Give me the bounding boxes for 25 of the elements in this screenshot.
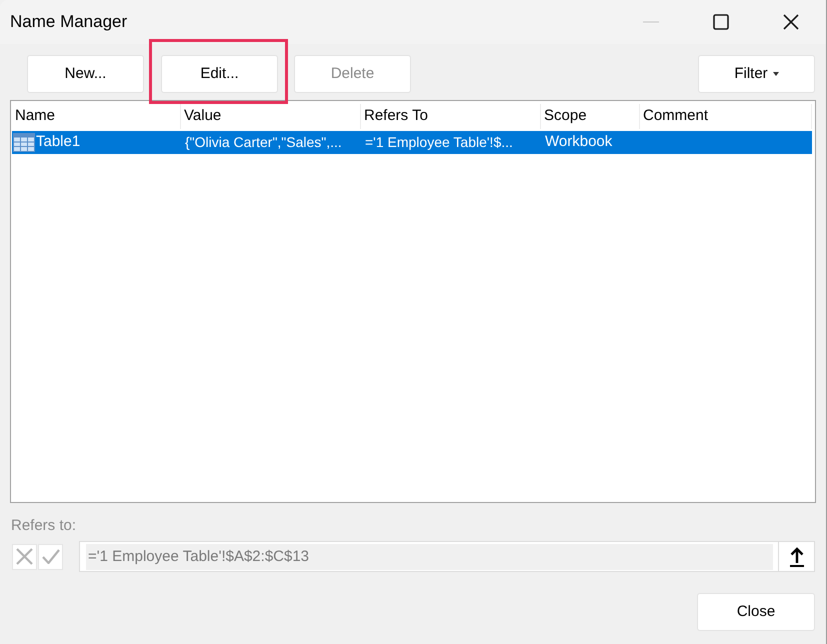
window-title: Name Manager bbox=[9, 11, 128, 34]
minimize-icon bbox=[643, 21, 659, 23]
refers-to-cell-text: ='1 Employee Table'!$... bbox=[364, 133, 514, 152]
filter-button[interactable]: Filter bbox=[698, 55, 815, 93]
column-header[interactable]: Name bbox=[12, 104, 181, 129]
column-header[interactable]: Value bbox=[181, 104, 361, 129]
column-header[interactable]: Comment bbox=[640, 104, 812, 129]
value-cell-text: {"Olivia Carter","Sales",... bbox=[184, 133, 343, 152]
name-row[interactable]: Table1 {"Olivia Carter","Sales",... ='1 Employee Table'!$... Workbook bbox=[12, 131, 812, 154]
maximize-icon bbox=[713, 14, 729, 30]
refers-to-label: Refers to: bbox=[11, 516, 78, 533]
dialog-close-button[interactable]: Close bbox=[697, 593, 815, 631]
caret-icon bbox=[772, 72, 779, 76]
column-header[interactable]: Refers To bbox=[361, 104, 541, 129]
name-cell-text: Table1 bbox=[35, 132, 80, 152]
column-header[interactable]: Scope bbox=[541, 104, 640, 129]
up-arrow-icon bbox=[790, 546, 804, 566]
toolbar-button[interactable]: Edit... bbox=[161, 55, 278, 93]
toolbar-button[interactable]: New... bbox=[27, 55, 144, 93]
refers-to-field[interactable]: ='1 Employee Table'!$A$2:$C$13 bbox=[86, 544, 773, 570]
cross-icon bbox=[16, 548, 33, 565]
check-icon bbox=[42, 549, 60, 564]
table-icon bbox=[13, 133, 35, 152]
scope-cell-text: Workbook bbox=[544, 132, 614, 152]
close-icon bbox=[783, 14, 799, 30]
